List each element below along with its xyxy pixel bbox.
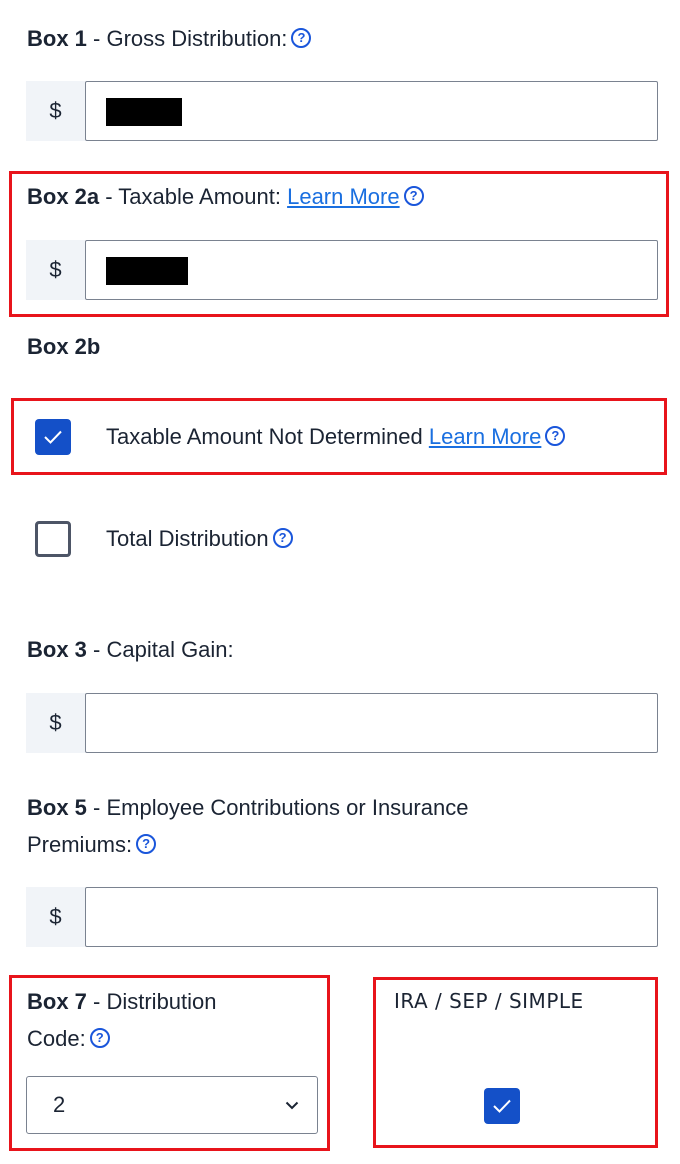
box5-amount-group: $ (26, 887, 658, 947)
box1-amount-input[interactable] (85, 81, 658, 141)
distribution-code-value: 2 (53, 1092, 66, 1117)
checkmark-icon (44, 430, 62, 444)
box5-label-bold: Box 5 (27, 795, 87, 820)
box5-label-text-2: Premiums: (27, 832, 133, 857)
distribution-code-select[interactable]: 2 (26, 1076, 318, 1134)
chevron-down-icon (285, 1101, 299, 1109)
help-icon[interactable]: ? (136, 834, 157, 855)
box5-label-text: - Employee Contributions or Insurance (86, 795, 469, 820)
box7-label: Box 7 - Distribution Code:? (27, 983, 317, 1057)
help-icon[interactable]: ? (89, 1028, 110, 1049)
currency-prefix: $ (26, 887, 85, 947)
box2a-amount-input[interactable] (85, 240, 658, 300)
box7-label-text-2: Code: (27, 1026, 86, 1051)
currency-prefix: $ (26, 240, 85, 300)
help-icon[interactable]: ? (545, 426, 566, 447)
total-distribution-checkbox[interactable] (35, 521, 71, 557)
taxable-not-determined-checkbox[interactable] (35, 419, 71, 455)
help-icon[interactable]: ? (272, 528, 293, 549)
box3-label: Box 3 - Capital Gain: (27, 631, 234, 668)
checkmark-icon (493, 1099, 511, 1113)
total-distribution-label: Total Distribution? (106, 521, 293, 557)
box3-label-bold: Box 3 (27, 637, 87, 662)
box5-label: Box 5 - Employee Contributions or Insura… (27, 789, 647, 863)
box2a-label-bold: Box 2a (27, 184, 100, 209)
ira-sep-simple-checkbox[interactable] (484, 1088, 520, 1124)
learn-more-link[interactable]: Learn More (287, 184, 400, 209)
box1-label: Box 1 - Gross Distribution:? (27, 20, 312, 57)
help-icon[interactable]: ? (291, 28, 312, 49)
box7-label-bold: Box 7 (27, 989, 87, 1014)
learn-more-link[interactable]: Learn More (429, 424, 542, 449)
box5-amount-input[interactable] (85, 887, 658, 947)
taxable-not-determined-text: Taxable Amount Not Determined (106, 424, 429, 449)
ira-sep-simple-label: IRA / SEP / SIMPLE (394, 989, 584, 1013)
box2a-label-text: - Taxable Amount: (99, 184, 288, 209)
total-distribution-text: Total Distribution (106, 526, 269, 551)
help-icon[interactable]: ? (403, 186, 424, 207)
box1-amount-group: $ (26, 81, 658, 141)
box2b-label: Box 2b (27, 334, 101, 359)
box3-amount-group: $ (26, 693, 658, 753)
currency-prefix: $ (26, 693, 85, 753)
box3-amount-input[interactable] (85, 693, 658, 753)
box7-label-text: - Distribution (86, 989, 217, 1014)
redacted-value (106, 98, 182, 126)
redacted-value (106, 257, 188, 285)
box1-label-bold: Box 1 (27, 26, 87, 51)
box2a-label: Box 2a - Taxable Amount: Learn More? (27, 178, 424, 215)
box2a-amount-group: $ (26, 240, 658, 300)
currency-prefix: $ (26, 81, 85, 141)
box1-label-text: - Gross Distribution: (86, 26, 288, 51)
taxable-not-determined-label: Taxable Amount Not Determined Learn More… (106, 419, 566, 455)
box3-label-text: - Capital Gain: (86, 637, 234, 662)
